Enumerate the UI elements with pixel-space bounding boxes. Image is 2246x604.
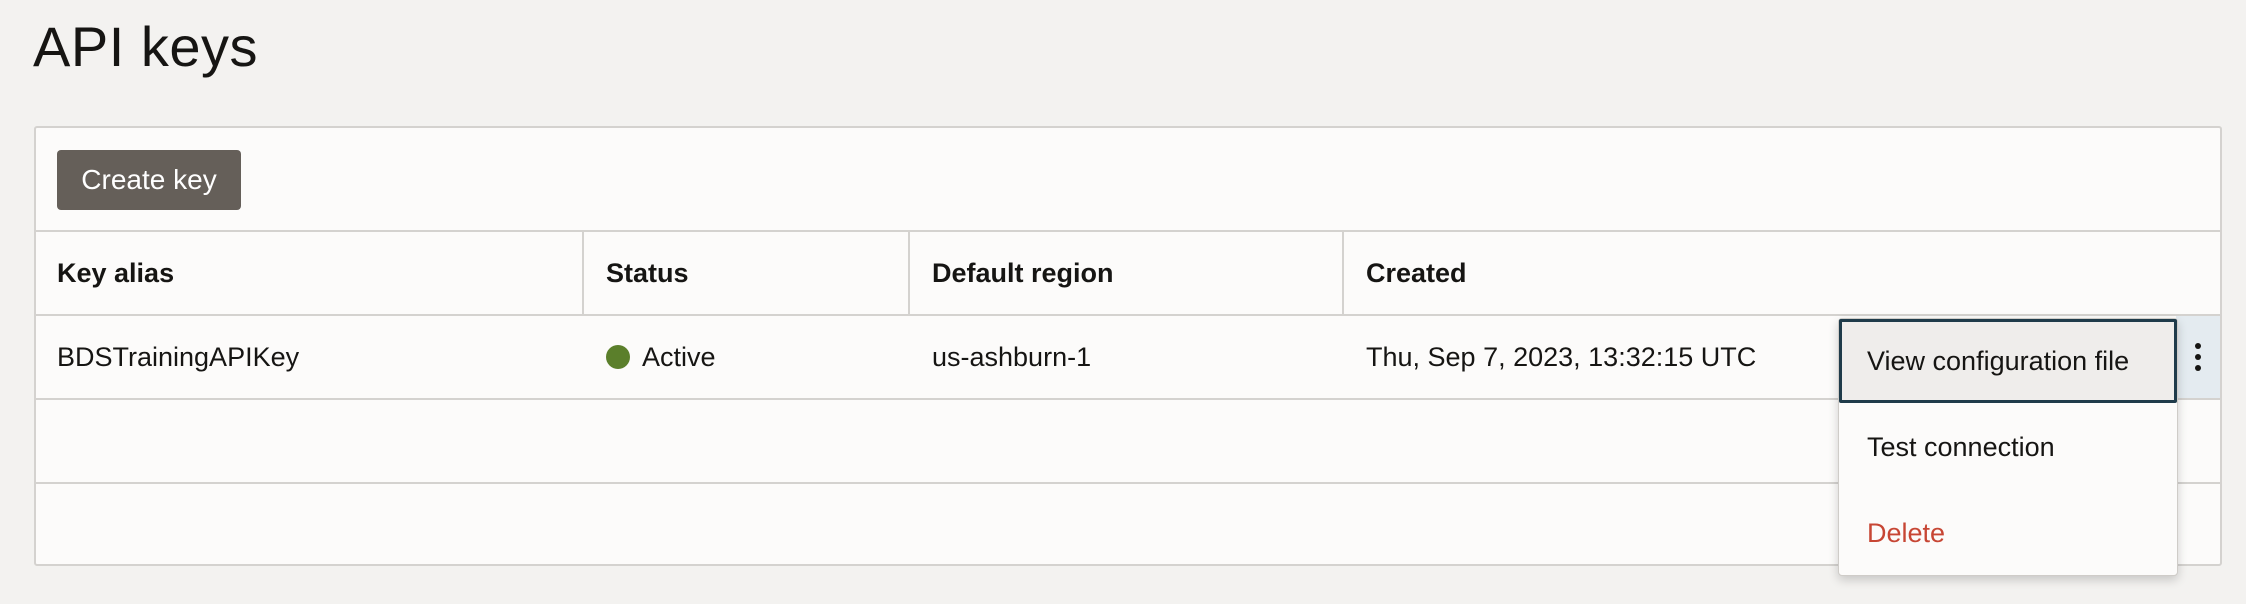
column-divider: [908, 232, 910, 314]
column-header-key-alias[interactable]: Key alias: [57, 232, 174, 314]
column-header-status[interactable]: Status: [606, 232, 689, 314]
status-text: Active: [642, 342, 716, 372]
actions-menu: View configuration file Test connection …: [1838, 318, 2178, 576]
kebab-menu-icon[interactable]: [2176, 316, 2220, 398]
view-configuration-file-menu-item[interactable]: View configuration file: [1839, 319, 2177, 403]
delete-menu-item[interactable]: Delete: [1839, 491, 2177, 575]
column-divider: [582, 232, 584, 314]
key-alias-cell[interactable]: BDSTrainingAPIKey: [57, 316, 299, 398]
default-region-cell: us-ashburn-1: [932, 342, 1092, 372]
column-header-created[interactable]: Created: [1366, 232, 1467, 314]
status-dot-icon: [606, 344, 630, 369]
status-cell: Active: [606, 316, 716, 398]
create-key-button[interactable]: Create key: [57, 150, 241, 210]
toolbar: Create key: [36, 128, 2220, 232]
page-title: API keys: [33, 15, 258, 78]
column-divider: [1342, 232, 1344, 314]
test-connection-menu-item[interactable]: Test connection: [1839, 405, 2177, 489]
created-cell: Thu, Sep 7, 2023, 13:32:15 UTC: [1366, 342, 1757, 372]
table-header-row: Key alias Status Default region Created: [36, 232, 2220, 316]
column-header-default-region[interactable]: Default region: [932, 232, 1114, 314]
